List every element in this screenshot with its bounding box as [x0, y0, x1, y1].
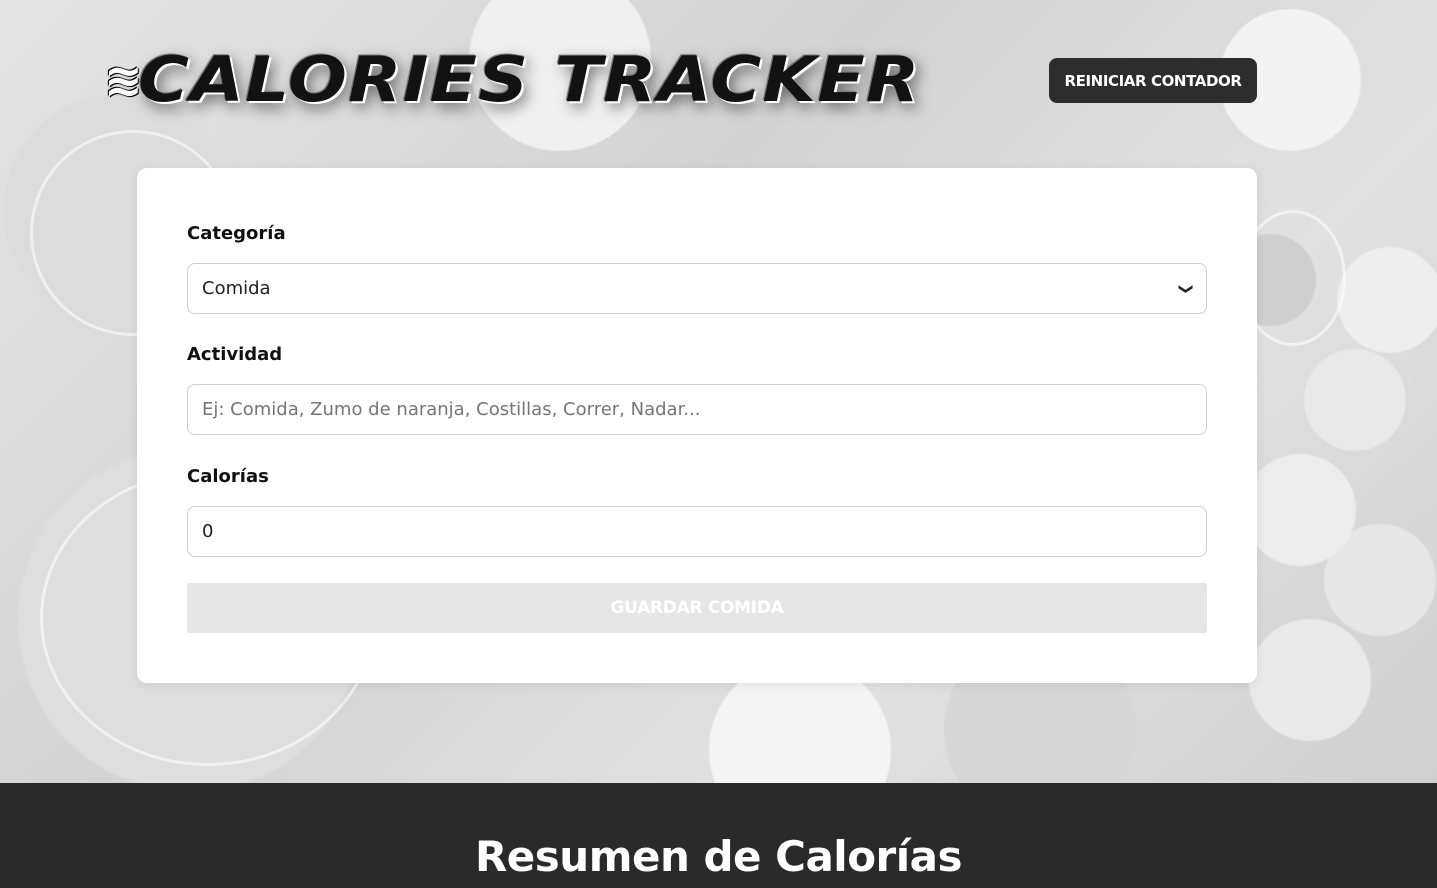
summary-title: Resumen de Calorías	[474, 832, 963, 881]
save-food-button[interactable]: GUARDAR COMIDA	[187, 583, 1207, 633]
category-label: Categoría	[187, 223, 286, 244]
category-selected-value: Comida	[202, 278, 271, 299]
calories-input[interactable]	[187, 506, 1207, 557]
category-select[interactable]: Comida ❯	[187, 263, 1207, 314]
logo-text: CALORIES TRACKER	[137, 43, 921, 116]
hero-background: ≋CALORIES TRACKER REINICIAR CONTADOR Cat…	[0, 0, 1437, 783]
activity-input[interactable]	[187, 384, 1207, 435]
chevron-down-icon: ❯	[1178, 282, 1195, 295]
calories-label: Calorías	[187, 466, 269, 487]
reset-counter-button[interactable]: REINICIAR CONTADOR	[1049, 58, 1257, 103]
activity-form: Categoría Comida ❯ Actividad Calorías GU…	[137, 168, 1257, 683]
activity-label: Actividad	[187, 344, 283, 365]
app-logo: ≋CALORIES TRACKER	[104, 48, 919, 112]
